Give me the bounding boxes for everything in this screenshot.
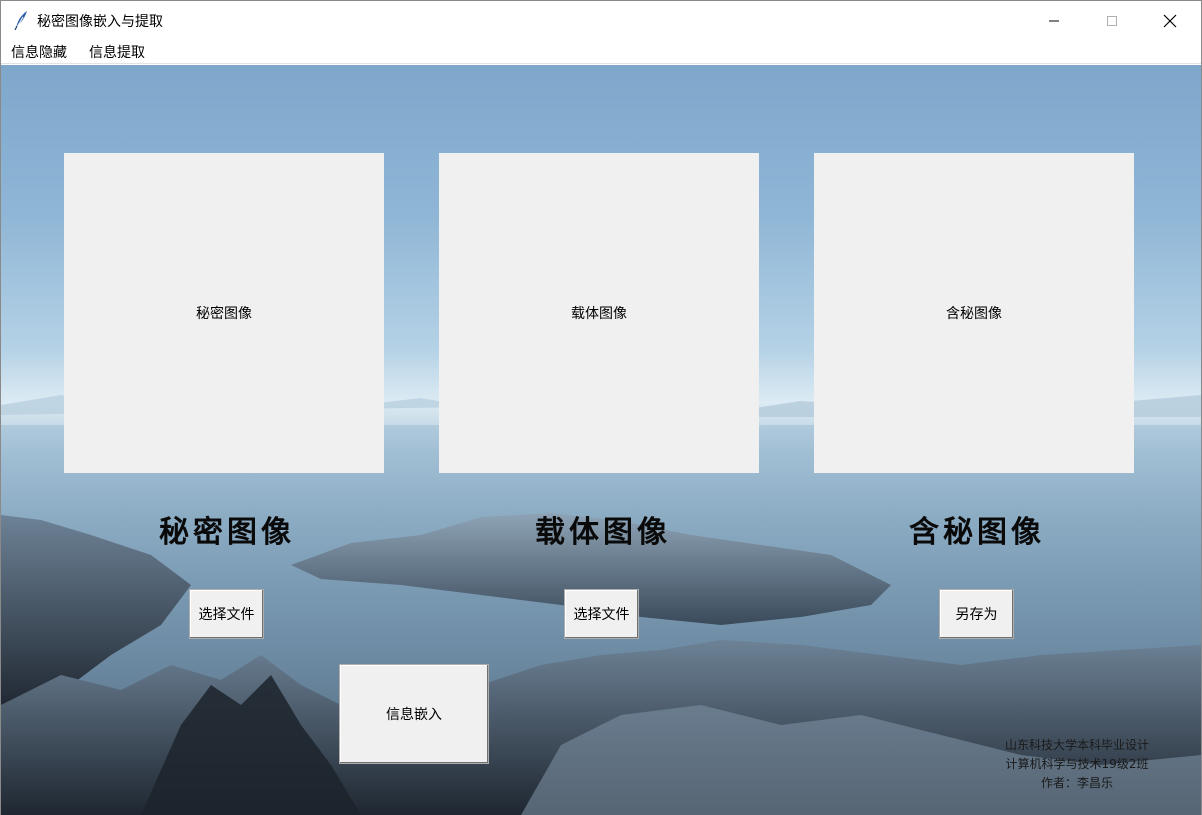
- credits: 山东科技大学本科毕业设计 计算机科学与技术19级2班 作者：李昌乐: [977, 736, 1177, 793]
- menu-bar: 信息隐藏 信息提取: [1, 40, 1201, 64]
- select-carrier-file-button[interactable]: 选择文件: [564, 589, 639, 639]
- carrier-image-label: 载体图像: [535, 515, 671, 550]
- carrier-image-panel: 载体图像: [439, 153, 759, 473]
- menu-info-hide[interactable]: 信息隐藏: [11, 42, 67, 62]
- credits-line-school: 山东科技大学本科毕业设计: [1004, 738, 1149, 752]
- main-canvas: 秘密图像 载体图像 含秘图像 秘密图像 载体图像 含秘图像 选择文件 选择文件 …: [1, 65, 1201, 815]
- maximize-button[interactable]: [1083, 1, 1141, 40]
- select-secret-file-button[interactable]: 选择文件: [189, 589, 264, 639]
- close-icon: [1163, 14, 1177, 27]
- stego-image-panel: 含秘图像: [814, 153, 1134, 473]
- embed-info-button[interactable]: 信息嵌入: [339, 664, 489, 764]
- credits-line-author: 作者：李昌乐: [1040, 776, 1113, 790]
- minimize-button[interactable]: [1025, 1, 1083, 40]
- menu-info-extract[interactable]: 信息提取: [89, 42, 145, 62]
- close-button[interactable]: [1141, 1, 1199, 40]
- credits-line-class: 计算机科学与技术19级2班: [1005, 757, 1149, 771]
- maximize-icon: [1107, 15, 1117, 26]
- feather-icon: [13, 10, 29, 31]
- minimize-icon: [1049, 20, 1059, 21]
- secret-image-label: 秘密图像: [159, 515, 295, 550]
- stego-image-label: 含秘图像: [909, 515, 1045, 550]
- secret-image-panel: 秘密图像: [64, 153, 384, 473]
- title-bar[interactable]: 秘密图像嵌入与提取: [1, 1, 1201, 40]
- window-title: 秘密图像嵌入与提取: [37, 14, 163, 30]
- app-window: 秘密图像嵌入与提取 信息隐藏 信息提取 秘密图像 载体图像 含秘图像 秘密图像 …: [0, 0, 1202, 815]
- save-as-button[interactable]: 另存为: [939, 589, 1014, 639]
